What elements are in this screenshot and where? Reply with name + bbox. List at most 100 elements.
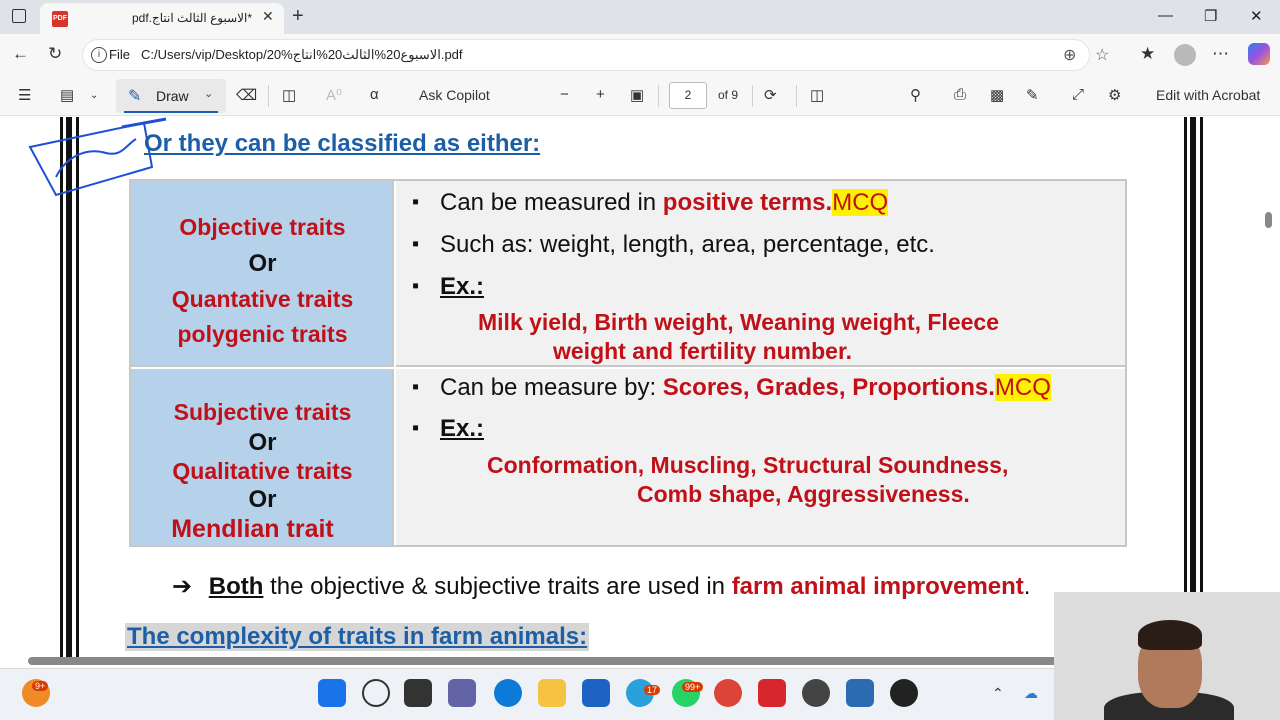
zoom-icon[interactable]: ⊕ [1063,45,1076,65]
objective-traits-cell: Objective traits Or Quantative traits po… [131,181,394,367]
scroll-thumb[interactable] [1265,212,1272,228]
scores-text: Scores, Grades, Proportions. [662,374,995,401]
app-icon[interactable] [890,679,918,707]
snipping-tool-icon[interactable] [846,679,874,707]
copilot-icon[interactable] [1248,43,1270,65]
address-prefix: File [109,47,130,62]
page-total: of 9 [718,88,739,102]
trait-label: Quantative traits [171,286,354,312]
eraser-icon[interactable]: ⌫ [236,86,257,104]
fullscreen-icon[interactable]: ⤢ [1072,86,1084,103]
search-icon[interactable]: ⚲ [910,86,921,104]
task-view-icon[interactable] [404,679,432,707]
bullet-example: Ex.: [412,273,485,301]
ask-copilot-button[interactable]: Ask Copilot [419,87,490,103]
address-bar[interactable]: i File C:/Users/vip/Desktop/20%الاسبوع20… [82,39,1109,71]
or-label: Or [248,429,277,456]
page-view-icon[interactable]: ◫ [810,86,824,104]
read-aloud-icon[interactable]: A⁰ [326,86,342,104]
mcq-highlight: MCQ [832,189,889,216]
cloud-icon[interactable]: ☁ [1024,685,1038,702]
vertical-scrollbar[interactable] [1262,117,1274,660]
person-hair [1138,620,1202,650]
trait-label: Subjective traits [173,399,352,425]
divider [796,85,797,107]
bullet-text: Can be measure by: [440,374,663,401]
restore-icon[interactable]: ❐ [1204,7,1217,25]
arrow-icon: ➔ [172,573,193,600]
farm-animal-improvement: farm animal improvement [731,573,1024,600]
pdf-page: Or they can be classified as either: Obj… [0,117,1280,660]
trait-label: Mendlian trait [171,515,334,543]
trait-label: Objective traits [179,214,346,240]
more-menu-icon[interactable]: ⋯ [1212,44,1229,64]
tab-close-icon[interactable]: ✕ [262,8,274,25]
positive-terms-text: positive terms. [662,189,833,216]
zoom-in-icon[interactable]: + [596,86,605,103]
example-text: weight and fertility number. [553,338,853,364]
back-icon[interactable]: ← [12,44,29,64]
divider [658,85,659,107]
wps-icon[interactable] [758,679,786,707]
save-as-icon[interactable]: ✎ [1026,86,1039,104]
draw-label: Draw [156,88,189,104]
translate-icon[interactable]: α [370,86,379,103]
pdf-toolbar: ☰ ▤ ⌄ ✎ Draw ⌄ ⌫ ◫ A⁰ α Ask Copilot − + … [0,76,1280,116]
horizontal-scrollbar[interactable] [28,657,1058,665]
save-icon[interactable]: ▩ [990,86,1004,104]
summary-line: ➔ Both the objective & subjective traits… [172,572,1030,601]
webcam-overlay [1054,592,1280,720]
favorite-star-icon[interactable]: ☆ [1095,45,1109,65]
chrome-icon[interactable] [714,679,742,707]
fit-page-icon[interactable]: ▣ [630,86,644,104]
both-bold: Both [208,573,264,600]
example-text: Conformation, Muscling, Structural Sound… [487,452,1009,478]
bullet-measure-by: Can be measure by: Scores, Grades, Propo… [412,374,1051,402]
complexity-heading: The complexity of traits in farm animals… [125,623,590,651]
address-url[interactable]: C:/Users/vip/Desktop/20%الاسبوع20%الثالث… [141,47,463,63]
subjective-traits-details: Can be measure by: Scores, Grades, Propo… [396,369,1125,545]
example-text: Milk yield, Birth weight, Weaning weight… [478,309,999,335]
search-icon[interactable] [362,679,390,707]
highlight-dropdown-icon[interactable]: ⌄ [90,90,98,101]
info-icon[interactable]: i [91,47,107,63]
traits-table: Objective traits Or Quantative traits po… [129,179,1127,547]
draw-button[interactable]: ✎ Draw ⌄ [116,79,226,113]
new-tab-button[interactable]: + [292,5,304,28]
start-icon[interactable] [318,679,346,707]
page-number-input[interactable]: 2 [669,82,707,109]
bullet-example: Ex.: [412,415,484,443]
chatgpt-icon[interactable] [802,679,830,707]
edit-with-acrobat-button[interactable]: Edit with Acrobat [1156,87,1260,103]
chevron-up-icon[interactable]: ⌃ [992,685,1004,702]
chevron-down-icon: ⌄ [204,88,214,100]
highlight-icon[interactable]: ▤ [60,86,74,104]
zoom-out-icon[interactable]: − [560,86,569,103]
close-window-icon[interactable]: ✕ [1250,7,1263,25]
tab-actions-icon[interactable] [12,9,26,23]
text-box-icon[interactable]: ◫ [282,86,296,104]
rotate-icon[interactable]: ⟳ [764,86,777,104]
minimize-icon[interactable]: — [1158,7,1173,24]
contents-icon[interactable]: ☰ [18,86,31,104]
summary-text: the objective & subjective traits are us… [263,573,732,600]
example-label: Ex.: [440,273,485,300]
refresh-icon[interactable]: ↻ [48,44,62,64]
example-text: Comb shape, Aggressiveness. [637,481,970,507]
settings-gear-icon[interactable]: ⚙ [1108,86,1121,104]
print-icon[interactable]: ⎙ [954,86,966,103]
page-border-line [1200,117,1203,660]
telegram-badge: 17 [644,685,661,695]
whatsapp-badge: 99+ [682,682,704,692]
favorites-icon[interactable]: ★ [1140,44,1155,64]
store-icon[interactable] [582,679,610,707]
or-label: Or [248,486,277,513]
teams-icon[interactable] [448,679,476,707]
bullet-such-as: Such as: weight, length, area, percentag… [412,231,935,259]
edge-icon[interactable] [494,679,522,707]
profile-avatar[interactable] [1174,44,1196,66]
browser-tab[interactable]: PDF pdf.الاسبوع الثالث انتاج* ✕ [40,3,284,34]
trait-label: polygenic traits [177,321,348,347]
file-explorer-icon[interactable] [538,679,566,707]
page-border-line [1190,117,1196,660]
